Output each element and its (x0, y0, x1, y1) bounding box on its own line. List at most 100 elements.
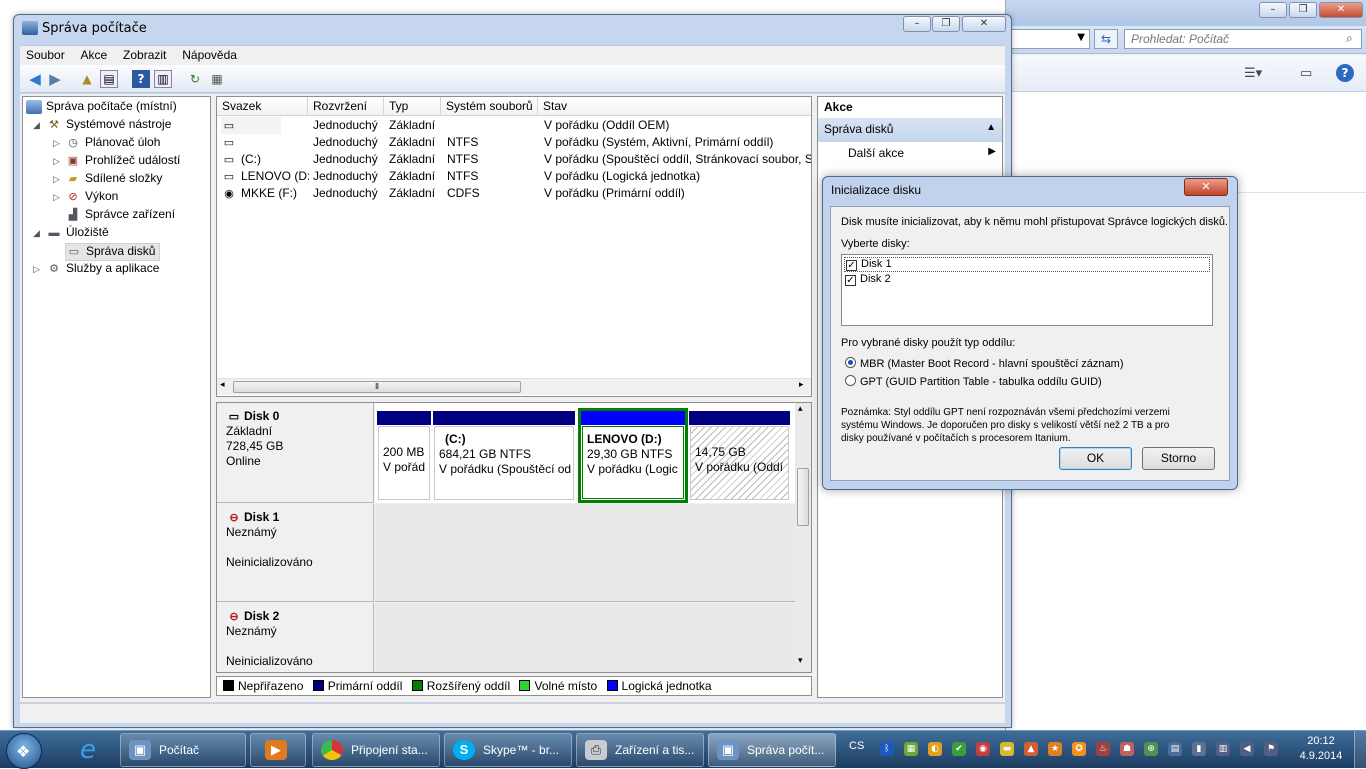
tree-item-task-scheduler[interactable]: ◷ Plánovač úloh (65, 135, 160, 153)
more-actions-item[interactable]: Další akce ▶ (848, 146, 1002, 160)
star-icon[interactable]: ✪ (1072, 742, 1086, 756)
vertical-scrollbar[interactable]: ▴ ▾ (795, 403, 811, 672)
tree-item-performance[interactable]: ⊘ Výkon (65, 189, 118, 207)
tree-item-storage[interactable]: ▬ Úložiště (46, 225, 109, 243)
tray-app-icon[interactable]: ▤ (1168, 742, 1182, 756)
scroll-left-icon[interactable]: ◂ (220, 380, 225, 390)
disk1-checkbox-row[interactable]: ✓ Disk 1 (844, 257, 1210, 272)
maximize-button[interactable]: ❐ (932, 16, 960, 32)
bg-minimize-button[interactable]: – (1259, 2, 1287, 18)
bg-maximize-button[interactable]: ❐ (1289, 2, 1317, 18)
chevron-down-icon[interactable]: ▼ (1077, 32, 1085, 43)
search-icon[interactable]: ⌕ (1346, 31, 1353, 46)
tray-app-icon[interactable]: ◉ (976, 742, 990, 756)
checkbox-checked[interactable]: ✓ (845, 275, 856, 286)
tray-app-icon[interactable]: ☗ (1120, 742, 1134, 756)
tray-app-icon[interactable]: ▲ (1024, 742, 1038, 756)
taskbar-item-devices-printers[interactable]: ⎙ Zařízení a tis... (576, 733, 704, 767)
expand-triangle-icon[interactable]: ▷ (53, 193, 60, 203)
partition-oem[interactable]: 200 MB V pořád (377, 411, 431, 501)
tray-app-icon[interactable]: ▬ (1000, 742, 1014, 756)
up-folder-icon[interactable]: ▲ (78, 70, 96, 88)
properties-icon[interactable]: ▦ (208, 70, 226, 88)
show-desktop-button[interactable] (1354, 731, 1366, 769)
tree-item-system-tools[interactable]: ⚒ Systémové nástroje (46, 117, 171, 135)
collapse-arrow-icon[interactable]: ▲ (986, 122, 996, 133)
help-icon[interactable]: ? (1336, 64, 1354, 82)
radio-unselected[interactable] (845, 375, 856, 386)
volume-icon[interactable]: ◀ (1240, 742, 1254, 756)
action-center-flag-icon[interactable]: ⚑ (1264, 742, 1278, 756)
star-icon[interactable]: ★ (1048, 742, 1062, 756)
ok-button[interactable]: OK (1059, 447, 1132, 470)
tray-app-icon[interactable]: ◐ (928, 742, 942, 756)
start-button[interactable]: ❖ (6, 733, 42, 769)
tree-item-event-viewer[interactable]: ▣ Prohlížeč událostí (65, 153, 181, 171)
disk2-area[interactable] (375, 603, 795, 672)
expand-triangle-icon[interactable]: ▷ (33, 265, 40, 275)
power-icon[interactable]: ▮ (1192, 742, 1206, 756)
taskbar-item-skype[interactable]: S Skype™ - br... (444, 733, 572, 767)
menu-file[interactable]: Soubor (20, 46, 71, 64)
tree-item-device-manager[interactable]: ▟ Správce zařízení (65, 207, 175, 225)
disk0-label[interactable]: ▭ Disk 0 Základní 728,45 GB Online (217, 403, 374, 503)
expand-triangle-icon[interactable]: ▷ (53, 175, 60, 185)
scroll-right-icon[interactable]: ▸ (799, 380, 804, 390)
gpt-option[interactable]: GPT (GUID Partition Table - tabulka oddí… (845, 375, 1102, 388)
column-header-layout[interactable]: Rozvržení (308, 97, 384, 116)
radio-selected[interactable] (845, 357, 856, 368)
scroll-thumb[interactable] (797, 468, 809, 526)
internet-explorer-icon[interactable]: e (70, 735, 106, 765)
taskbar-item-computer[interactable]: ▣ Počítač (120, 733, 246, 767)
column-header-volume[interactable]: Svazek (217, 97, 308, 116)
partition-c[interactable]: (C:) 684,21 GB NTFS V pořádku (Spouštěcí o… (433, 411, 575, 501)
dialog-close-button[interactable]: ✕ (1184, 178, 1228, 196)
bg-close-button[interactable]: ✕ (1319, 2, 1363, 18)
tray-app-icon[interactable]: ♨ (1096, 742, 1110, 756)
collapse-triangle-icon[interactable]: ◢ (33, 229, 40, 239)
column-header-status[interactable]: Stav (538, 97, 811, 116)
help-icon[interactable]: ? (132, 70, 150, 88)
show-hide-tree-icon[interactable]: ▤ (100, 70, 118, 88)
address-field[interactable]: ▼ (1006, 29, 1090, 49)
disk1-label[interactable]: ⊖ Disk 1 Neznámý Neinicializováno (217, 504, 374, 602)
taskbar-item-computer-management[interactable]: ▣ Správa počít... (708, 733, 836, 767)
disk1-area[interactable] (375, 504, 795, 602)
partition-recovery[interactable]: 14,75 GB V pořádku (Oddí (689, 411, 790, 501)
column-header-type[interactable]: Typ (384, 97, 441, 116)
menu-view[interactable]: Zobrazit (117, 46, 172, 64)
refresh-icon[interactable]: ⇆ (1094, 29, 1118, 49)
network-sharing-icon[interactable]: ⊕ (1144, 742, 1158, 756)
search-input[interactable]: Prohledat: Počítač (1124, 29, 1362, 49)
scroll-thumb[interactable]: ⦀ (233, 381, 521, 393)
expand-triangle-icon[interactable]: ▷ (53, 157, 60, 167)
tree-item-computer-management[interactable]: Správa počítače (místní) (26, 99, 177, 117)
taskbar-item-chrome[interactable]: Připojení sta... (312, 733, 440, 767)
cancel-button[interactable]: Storno (1142, 447, 1215, 470)
bluetooth-icon[interactable]: ᛒ (880, 742, 894, 756)
clock[interactable]: 20:12 4.9.2014 (1296, 734, 1346, 764)
disk2-label[interactable]: ⊖ Disk 2 Neznámý Neinicializováno (217, 603, 374, 672)
language-indicator[interactable]: CS (849, 740, 864, 752)
forward-arrow-icon[interactable]: ▶ (46, 70, 64, 88)
menu-help[interactable]: Nápověda (176, 46, 243, 64)
checkbox-checked[interactable]: ✓ (846, 260, 857, 271)
column-header-file-system[interactable]: Systém souborů (441, 97, 538, 116)
actions-section-disk-management[interactable]: Správa disků ▲ (818, 118, 1002, 142)
tray-app-icon[interactable]: ▦ (904, 742, 918, 756)
disk2-checkbox-row[interactable]: ✓ Disk 2 (845, 273, 891, 286)
taskbar-item-media-player[interactable]: ▶ (250, 733, 306, 767)
collapse-triangle-icon[interactable]: ◢ (33, 121, 40, 131)
network-icon[interactable]: ▥ (1216, 742, 1230, 756)
menu-action[interactable]: Akce (75, 46, 114, 64)
tree-item-services-applications[interactable]: ⚙ Služby a aplikace (46, 261, 159, 279)
preview-pane-icon[interactable]: ▭ (1300, 66, 1312, 81)
view-options-icon[interactable]: ☰▾ (1244, 66, 1262, 81)
show-action-pane-icon[interactable]: ▥ (154, 70, 172, 88)
back-arrow-icon[interactable]: ◀ (26, 70, 44, 88)
close-button[interactable]: ✕ (962, 16, 1006, 32)
tree-item-disk-management[interactable]: ▭ Správa disků (65, 243, 161, 261)
security-icon[interactable]: ✔ (952, 742, 966, 756)
refresh-icon[interactable]: ↻ (186, 70, 204, 88)
scroll-up-icon[interactable]: ▴ (798, 404, 803, 414)
